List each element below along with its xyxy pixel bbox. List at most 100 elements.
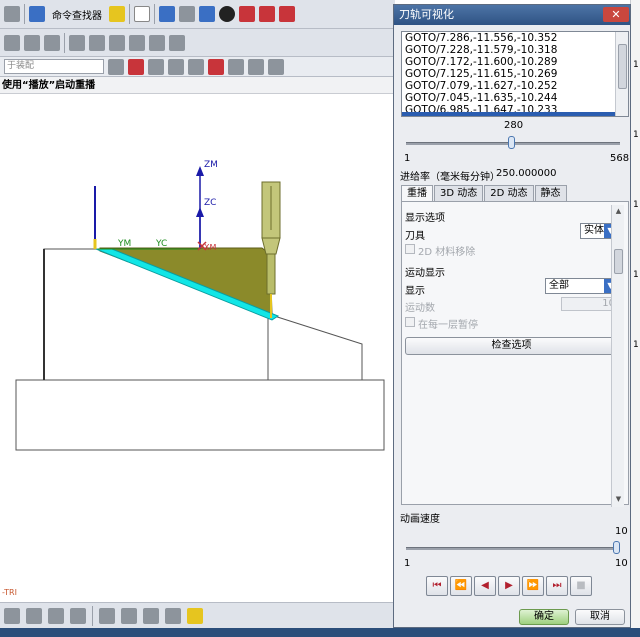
verify-toolpath-icon[interactable] xyxy=(109,34,125,51)
toolbar-separator xyxy=(64,32,65,53)
scroll-up-icon[interactable]: ▲ xyxy=(613,207,624,217)
step-forward-button[interactable]: ⏩ xyxy=(522,576,544,596)
tab-static[interactable]: 静态 xyxy=(534,185,567,201)
create-tool-icon[interactable] xyxy=(24,34,40,51)
select-filter-icon[interactable] xyxy=(108,58,124,75)
snap-icon[interactable] xyxy=(70,607,86,624)
pan-icon[interactable] xyxy=(168,58,184,75)
base-plate xyxy=(15,379,385,451)
replay-tab-panel: 显示选项 刀具 实体 ▼ 2D 材料移除 运动显示 显示 全部 ▼ 运动数 10… xyxy=(401,201,629,505)
tool-shank xyxy=(266,253,276,295)
curve-icon[interactable] xyxy=(228,58,244,75)
toolbar-separator xyxy=(129,4,130,24)
analysis-icon[interactable] xyxy=(165,607,181,624)
selected-row xyxy=(402,112,616,116)
layer-icon[interactable] xyxy=(187,607,203,624)
shading-icon[interactable] xyxy=(219,6,235,22)
dialog-title-bar[interactable]: 刀轨可视化 ✕ xyxy=(394,5,630,25)
display-mode-select[interactable]: 全部 ▼ xyxy=(545,278,618,294)
list-item[interactable]: GOTO/7.079,-11.627,-10.252 xyxy=(402,80,628,92)
play-reverse-button[interactable]: ◀ xyxy=(474,576,496,596)
graphics-window[interactable]: ZM ZC YM YC XM xyxy=(0,94,395,602)
scrollbar-thumb[interactable] xyxy=(618,44,627,89)
info-icon[interactable] xyxy=(134,6,150,22)
status-prompt: 使用“播放”启动重播 xyxy=(0,77,395,94)
snap-point-icon[interactable] xyxy=(128,58,144,75)
tool-display-value: 实体 xyxy=(584,225,604,236)
stop-button[interactable]: ■ xyxy=(570,576,592,596)
measure-icon[interactable] xyxy=(143,607,159,624)
postprocess-icon[interactable] xyxy=(169,34,185,51)
position-slider-thumb[interactable] xyxy=(508,136,515,149)
generate-toolpath-icon[interactable] xyxy=(69,34,85,51)
pause-each-layer-checkbox[interactable] xyxy=(405,317,415,327)
right-panel-edge: 1 1 1 1 1 xyxy=(630,0,640,628)
speed-slider-thumb[interactable] xyxy=(613,541,620,554)
box-select-icon[interactable] xyxy=(208,58,224,75)
forward-end-button[interactable]: ⏭ xyxy=(546,576,568,596)
nx-window: 命令查找器 于装配 使用“播放”启动重播 ZM ZC YM YC XM -TRI… xyxy=(0,0,640,637)
create-geometry-icon[interactable] xyxy=(44,34,60,51)
arc-center-icon[interactable] xyxy=(268,58,284,75)
link-icon[interactable] xyxy=(121,607,137,624)
render-style-icon[interactable] xyxy=(179,6,195,22)
snap-icon[interactable] xyxy=(26,607,42,624)
scrollbar-thumb[interactable] xyxy=(614,249,623,274)
tab-replay[interactable]: 重播 xyxy=(401,185,433,202)
view-top-icon[interactable] xyxy=(279,6,295,22)
list-toolpath-icon[interactable] xyxy=(149,34,165,51)
cancel-button[interactable]: 取消 xyxy=(575,609,625,625)
close-icon[interactable]: ✕ xyxy=(603,7,629,22)
main-toolbar: 命令查找器 xyxy=(0,0,395,29)
step-back-button[interactable]: ⏪ xyxy=(450,576,472,596)
goto-list[interactable]: GOTO/7.286,-11.556,-10.352 GOTO/7.228,-1… xyxy=(401,31,629,117)
ok-button[interactable]: 确定 xyxy=(519,609,569,625)
view-iso-icon[interactable] xyxy=(259,6,275,22)
snap-icon[interactable] xyxy=(4,607,20,624)
position-slider-min: 1 xyxy=(404,153,411,164)
fit-view-icon[interactable] xyxy=(159,6,175,22)
material-removal-2d-checkbox[interactable] xyxy=(405,244,415,254)
speed-slider-track[interactable] xyxy=(406,547,620,550)
speed-slider-min: 1 xyxy=(404,558,411,569)
list-item[interactable]: GOTO/7.045,-11.635,-10.244 xyxy=(402,92,628,104)
display-label: 显示 xyxy=(405,286,425,297)
zc-label: ZC xyxy=(204,198,216,208)
binoculars-icon[interactable] xyxy=(29,6,45,22)
zm-label: ZM xyxy=(204,160,218,170)
os-taskbar xyxy=(0,628,640,637)
part-view: ZM ZC YM YC XM xyxy=(15,160,385,451)
replay-toolpath-icon[interactable] xyxy=(89,34,105,51)
view-front-icon[interactable] xyxy=(239,6,255,22)
selection-icon[interactable] xyxy=(109,6,125,22)
list-item[interactable]: GOTO/7.172,-11.600,-10.289 xyxy=(402,56,628,68)
position-slider-value: 280 xyxy=(504,120,524,131)
toolbar-separator xyxy=(154,4,155,24)
list-scrollbar[interactable] xyxy=(615,32,628,116)
list-item[interactable]: GOTO/7.228,-11.579,-10.318 xyxy=(402,44,628,56)
tab-2d-dynamic[interactable]: 2D 动态 xyxy=(484,185,534,201)
dialog-scrollbar[interactable]: ▲ ▼ xyxy=(611,205,624,507)
zc-arrowhead xyxy=(196,207,204,217)
snap-icon[interactable] xyxy=(48,607,64,624)
create-program-icon[interactable] xyxy=(4,34,20,51)
zoom-icon[interactable] xyxy=(188,58,204,75)
rewind-start-button[interactable]: ⏮ xyxy=(426,576,448,596)
zm-arrowhead xyxy=(196,166,204,176)
list-item[interactable]: GOTO/7.125,-11.615,-10.269 xyxy=(402,68,628,80)
bottom-toolbar xyxy=(0,602,395,628)
undo-icon[interactable] xyxy=(4,6,20,22)
rotate-icon[interactable] xyxy=(148,58,164,75)
cube-view-icon[interactable] xyxy=(199,6,215,22)
check-options-button[interactable]: 检查选项 xyxy=(405,337,618,355)
delete-toolpath-icon[interactable] xyxy=(129,34,145,51)
solid-body-icon[interactable] xyxy=(99,607,115,624)
scroll-down-icon[interactable]: ▼ xyxy=(613,495,624,505)
play-button[interactable]: ▶ xyxy=(498,576,520,596)
tab-3d-dynamic[interactable]: 3D 动态 xyxy=(434,185,484,201)
point-icon[interactable] xyxy=(248,58,264,75)
list-item[interactable]: GOTO/7.286,-11.556,-10.352 xyxy=(402,32,628,44)
command-finder-button[interactable]: 命令查找器 xyxy=(49,7,105,22)
motion-count-field[interactable]: 10 xyxy=(561,297,618,311)
type-filter-select[interactable]: 于装配 xyxy=(4,59,104,74)
